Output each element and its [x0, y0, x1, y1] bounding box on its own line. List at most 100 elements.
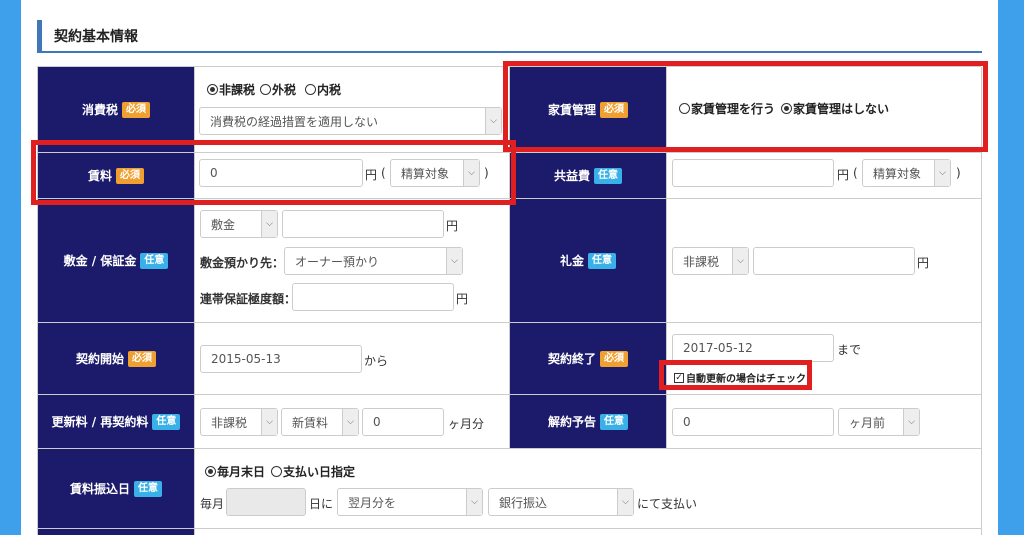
auto-renew-checkbox[interactable]: ✓ 自動更新の場合はチェック: [674, 370, 806, 385]
transfer-day-unit: 日に: [309, 497, 334, 511]
custody-label: 敷金預かり先：: [200, 256, 285, 270]
section-title: 契約基本情報: [54, 29, 138, 45]
label-key-money: 礼金: [559, 254, 584, 268]
deposit-unit: 円: [446, 219, 459, 233]
radio-unchecked-icon: [305, 84, 316, 95]
guarantee-limit-label: 連帯保証極度額：: [200, 292, 297, 306]
chevron-down-icon: ⌵: [903, 409, 919, 435]
header-rent-transfer: 賃料振込日 任意: [38, 449, 195, 529]
cell-deposit: 敷金 ⌵ 円 敷金預かり先： オーナー預かり ⌵ 連帯保証極度額： 円: [195, 199, 510, 323]
guarantee-unit: 円: [456, 292, 469, 306]
rent-settlement-select[interactable]: 精算対象 ⌵: [390, 159, 480, 187]
label-cancel-notice: 解約予告: [547, 415, 596, 429]
chevron-down-icon: ⌵: [342, 409, 358, 435]
common-fee-settlement-select[interactable]: 精算対象 ⌵: [862, 159, 951, 187]
select-value: 翌月分を: [348, 495, 397, 510]
renewal-months-input[interactable]: 0: [362, 408, 444, 436]
radio-unchecked-icon: [271, 466, 282, 477]
paren-open: (: [381, 166, 386, 180]
select-value: 精算対象: [401, 166, 450, 181]
rent-input[interactable]: 0: [199, 159, 363, 187]
chevron-down-icon: ⌵: [463, 160, 479, 186]
paren-close: ): [956, 166, 961, 180]
radio-label: 内税: [317, 83, 342, 97]
radio-checked-icon: [781, 103, 792, 114]
key-money-tax-select[interactable]: 非課税 ⌵: [672, 247, 749, 275]
cell-next-row: [195, 529, 982, 535]
transfer-day-input[interactable]: [226, 488, 306, 516]
contract-start-suffix: から: [364, 354, 389, 368]
common-fee-input[interactable]: [672, 159, 834, 187]
checkbox-label: 自動更新の場合はチェック: [686, 374, 806, 385]
required-badge: 必須: [122, 101, 150, 118]
cancel-notice-unit-select[interactable]: ヶ月前 ⌵: [838, 408, 920, 436]
radio-label: 家賃管理を行う: [691, 102, 776, 116]
renewal-tax-select[interactable]: 非課税 ⌵: [200, 408, 278, 436]
radio-label: 非課税: [219, 83, 256, 97]
label-renewal-fee: 更新料 / 再契約料: [51, 415, 149, 429]
radio-tax-exempt[interactable]: 非課税: [207, 81, 255, 98]
required-badge: 必須: [600, 101, 628, 118]
optional-badge: 任意: [600, 413, 628, 430]
contract-end-input[interactable]: 2017-05-12: [672, 334, 834, 362]
radio-label: 外税: [272, 83, 297, 97]
cell-renewal-fee: 非課税 ⌵ 新賃料 ⌵ 0 ヶ月分: [195, 395, 510, 449]
select-value: ヶ月前: [849, 415, 886, 430]
contract-start-input[interactable]: 2015-05-13: [200, 345, 362, 373]
optional-badge: 任意: [594, 167, 622, 184]
radio-end-of-month[interactable]: 毎月末日: [205, 463, 265, 480]
cell-common-fee: 円 ( 精算対象 ⌵ ): [667, 153, 982, 199]
cell-cancel-notice: 0 ヶ月前 ⌵: [667, 395, 982, 449]
guarantee-limit-input[interactable]: [292, 283, 454, 311]
renewal-base-select[interactable]: 新賃料 ⌵: [281, 408, 359, 436]
transfer-suffix: にて支払い: [637, 497, 698, 511]
header-rent-management: 家賃管理 必須: [510, 67, 667, 153]
select-value: 銀行振込: [499, 495, 548, 510]
chevron-down-icon: ⌵: [261, 211, 277, 237]
main-panel: 契約基本情報 消費税 必須 非課税 外税 内税 消費税の経過措置を適用しない ⌵…: [21, 0, 998, 535]
cell-contract-end: 2017-05-12 まで ✓ 自動更新の場合はチェック: [667, 323, 982, 395]
header-cancel-notice: 解約予告 任意: [510, 395, 667, 449]
transfer-method-select[interactable]: 銀行振込 ⌵: [488, 488, 634, 516]
label-rent-management: 家賃管理: [547, 103, 596, 117]
transfer-month-select[interactable]: 翌月分を ⌵: [337, 488, 483, 516]
required-badge: 必須: [128, 350, 156, 367]
select-value: 消費税の経過措置を適用しない: [210, 114, 379, 129]
transitional-measure-select[interactable]: 消費税の経過措置を適用しない ⌵: [199, 107, 502, 135]
chevron-down-icon: ⌵: [732, 248, 748, 274]
cancel-notice-input[interactable]: 0: [672, 408, 834, 436]
paren-close: ): [484, 166, 489, 180]
label-rent: 賃料: [87, 169, 112, 183]
header-key-money: 礼金 任意: [510, 199, 667, 323]
radio-tax-exclusive[interactable]: 外税: [260, 81, 296, 98]
select-value: 非課税: [211, 415, 248, 430]
radio-manage-rent[interactable]: 家賃管理を行う: [679, 100, 775, 117]
deposit-amount-input[interactable]: [282, 210, 444, 238]
cell-rent-management: 家賃管理を行う 家賃管理はしない: [667, 67, 982, 153]
checkmark-icon: ✓: [674, 372, 684, 383]
section-accent-bar: [37, 20, 42, 51]
header-consumption-tax: 消費税 必須: [38, 67, 195, 153]
label-contract-start: 契約開始: [75, 352, 124, 366]
radio-no-rent-management[interactable]: 家賃管理はしない: [781, 100, 889, 117]
radio-label: 家賃管理はしない: [793, 102, 890, 116]
rent-unit: 円: [365, 168, 378, 182]
radio-tax-inclusive[interactable]: 内税: [305, 81, 341, 98]
chevron-down-icon: ⌵: [617, 489, 633, 515]
paren-open: (: [853, 166, 858, 180]
deposit-type-select[interactable]: 敷金 ⌵: [200, 210, 278, 238]
key-money-input[interactable]: [753, 247, 915, 275]
select-value: 精算対象: [873, 166, 922, 181]
header-rent: 賃料 必須: [38, 153, 195, 199]
radio-label: 毎月末日: [217, 465, 266, 479]
cell-rent: 0 円 ( 精算対象 ⌵ ): [195, 153, 510, 199]
cell-contract-start: 2015-05-13 から: [195, 323, 510, 395]
select-value: オーナー預かり: [295, 254, 380, 269]
deposit-custody-select[interactable]: オーナー預かり ⌵: [284, 247, 463, 275]
header-contract-end: 契約終了 必須: [510, 323, 667, 395]
radio-checked-icon: [205, 466, 216, 477]
radio-unchecked-icon: [260, 84, 271, 95]
label-common-fee: 共益費: [553, 169, 590, 183]
radio-specify-date[interactable]: 支払い日指定: [271, 463, 355, 480]
select-value: 非課税: [683, 254, 720, 269]
